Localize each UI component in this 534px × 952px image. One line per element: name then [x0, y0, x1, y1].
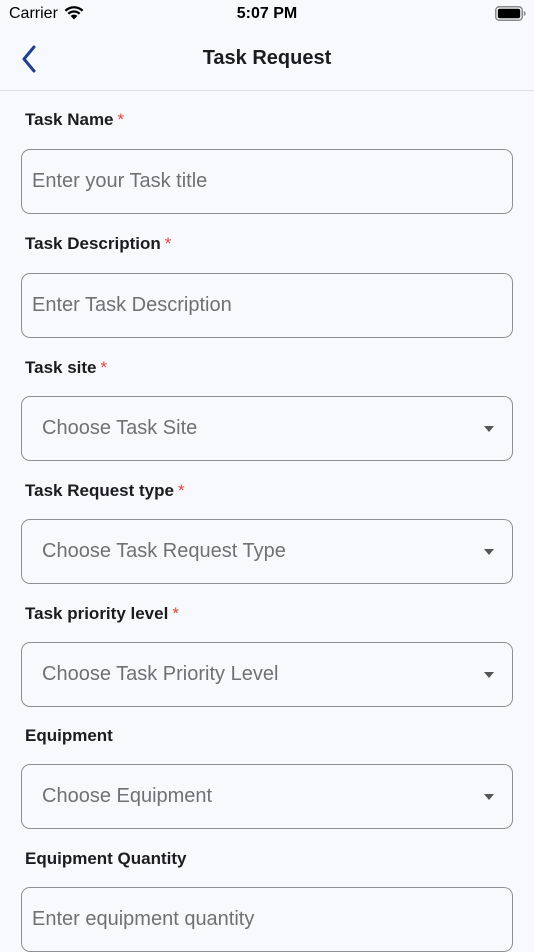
required-mark: *: [164, 234, 172, 253]
page-title: Task Request: [202, 47, 332, 69]
task-name-label: Task Name *: [25, 110, 124, 130]
task-site-label-text: Task site: [25, 358, 97, 377]
task-request-type-label: Task Request type *: [25, 481, 185, 501]
caret-down-icon: [484, 425, 494, 432]
task-site-select[interactable]: Choose Task Site: [21, 396, 513, 461]
equipment-quantity-label: Equipment Quantity: [25, 849, 187, 869]
task-name-input[interactable]: [22, 150, 512, 213]
task-description-input[interactable]: [22, 274, 512, 337]
task-priority-level-label: Task priority level *: [25, 604, 179, 624]
task-priority-level-label-text: Task priority level: [25, 604, 169, 623]
task-description-input-box[interactable]: [21, 273, 513, 338]
equipment-quantity-input-box[interactable]: [21, 887, 513, 952]
required-mark: *: [177, 481, 185, 500]
required-mark: *: [117, 110, 125, 129]
status-bar: Carrier 5:07 PM: [0, 0, 534, 28]
task-site-label: Task site *: [25, 358, 107, 378]
task-request-type-selected-value: Choose Task Request Type: [42, 540, 286, 562]
caret-down-icon: [484, 793, 494, 800]
task-priority-level-selected-value: Choose Task Priority Level: [42, 663, 279, 685]
status-time: 5:07 PM: [236, 5, 298, 22]
task-description-label-text: Task Description: [25, 234, 161, 253]
task-description-label: Task Description *: [25, 234, 171, 254]
nav-bar: Task Request: [0, 28, 534, 91]
task-request-type-select[interactable]: Choose Task Request Type: [21, 519, 513, 584]
caret-down-icon: [484, 671, 494, 678]
battery-icon: [495, 6, 526, 21]
task-request-type-label-text: Task Request type: [25, 481, 174, 500]
task-site-selected-value: Choose Task Site: [42, 417, 198, 439]
caret-down-icon: [484, 548, 494, 555]
task-priority-level-select[interactable]: Choose Task Priority Level: [21, 642, 513, 707]
equipment-label: Equipment: [25, 726, 113, 746]
required-mark: *: [172, 604, 179, 623]
required-mark: *: [100, 358, 108, 377]
task-name-input-box[interactable]: [21, 149, 513, 214]
equipment-label-text: Equipment: [25, 726, 113, 745]
equipment-quantity-input[interactable]: [22, 888, 512, 951]
equipment-quantity-label-text: Equipment Quantity: [25, 849, 187, 868]
equipment-select[interactable]: Choose Equipment: [21, 764, 513, 829]
task-name-label-text: Task Name: [25, 110, 114, 129]
equipment-selected-value: Choose Equipment: [42, 785, 213, 807]
